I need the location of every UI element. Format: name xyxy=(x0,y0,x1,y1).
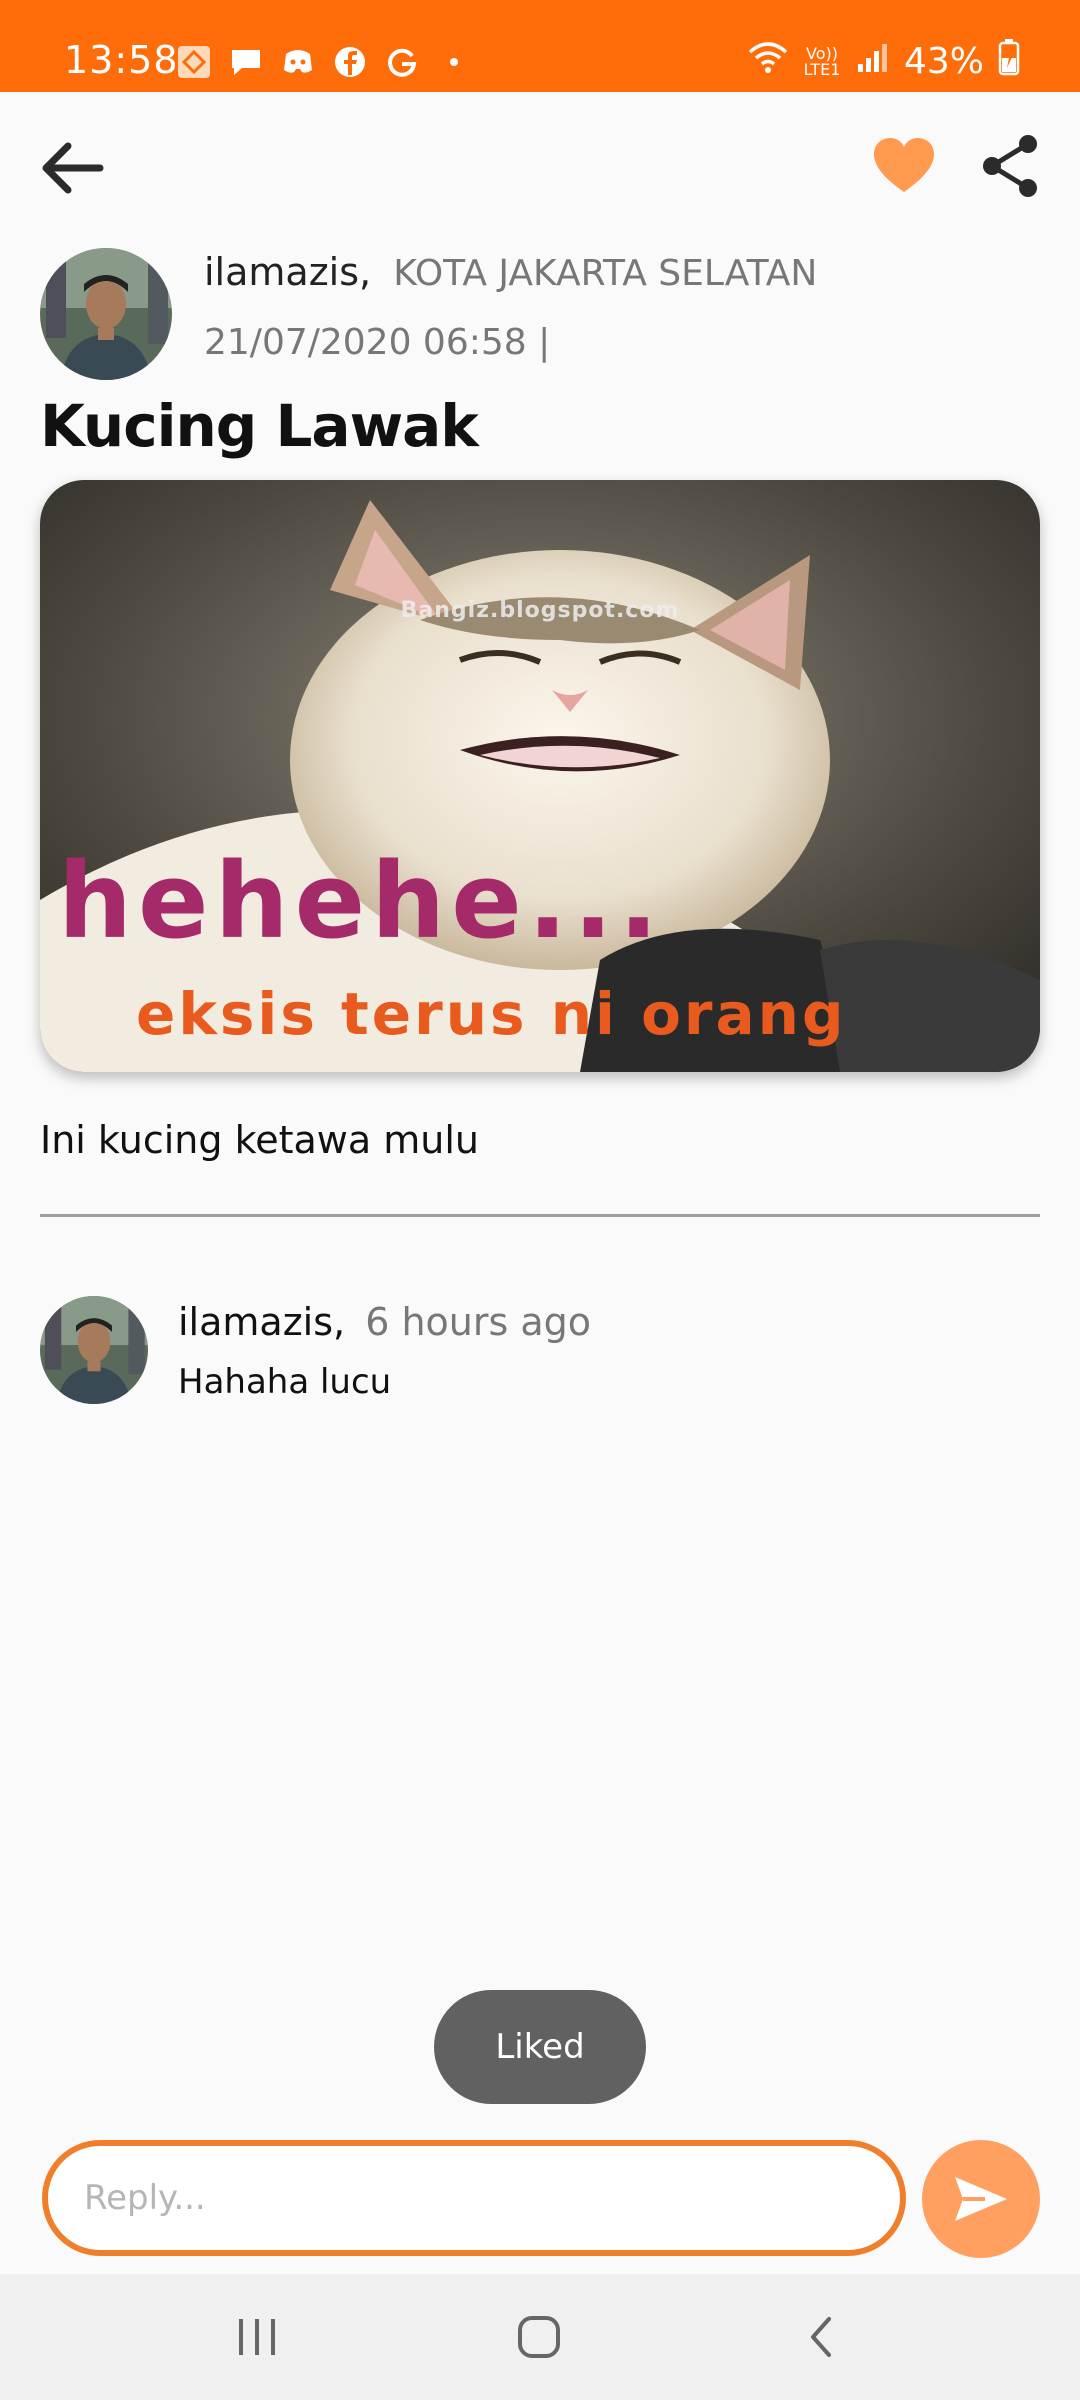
discord-icon xyxy=(280,44,316,80)
image-caption-big: hehehe... xyxy=(58,840,665,962)
recent-apps-icon xyxy=(239,2319,275,2355)
back-button[interactable] xyxy=(36,132,108,204)
facebook-icon xyxy=(332,44,368,80)
reply-bar xyxy=(0,2140,1080,2270)
status-right: Vo)) LTE1 43% xyxy=(748,38,1020,85)
image-watermark: Bangiz.blogspot.com xyxy=(400,598,680,623)
home-button[interactable] xyxy=(494,2304,584,2370)
recent-apps-button[interactable] xyxy=(212,2304,302,2370)
battery-percent: 43% xyxy=(903,41,984,82)
comment-item: ilamazis, 6 hours ago Hahaha lucu xyxy=(40,1296,1040,1406)
divider xyxy=(40,1214,1040,1217)
image-caption-small: eksis terus ni orang xyxy=(136,980,847,1048)
like-button[interactable] xyxy=(870,132,938,200)
share-button[interactable] xyxy=(976,130,1044,202)
comment-header: ilamazis, 6 hours ago xyxy=(178,1300,591,1344)
message-icon xyxy=(228,44,264,80)
author-line: ilamazis, KOTA JAKARTA SELATAN xyxy=(204,250,817,294)
heart-icon xyxy=(874,138,934,192)
comment-avatar[interactable] xyxy=(40,1296,148,1404)
system-back-button[interactable] xyxy=(776,2304,866,2370)
more-dot-icon xyxy=(436,44,472,80)
system-nav-bar xyxy=(0,2274,1080,2400)
post-image[interactable]: Bangiz.blogspot.com hehehe... eksis teru… xyxy=(40,480,1040,1072)
send-button[interactable] xyxy=(922,2140,1040,2258)
home-icon xyxy=(518,2316,560,2358)
status-bar: 13:58 Vo)) LTE1 43% xyxy=(0,0,1080,92)
comment-time: 6 hours ago xyxy=(365,1300,592,1344)
post-title: Kucing Lawak xyxy=(40,392,479,460)
arrow-left-icon xyxy=(42,142,104,194)
post-date: 21/07/2020 06:58 | xyxy=(204,322,551,363)
chevron-left-icon xyxy=(811,2317,831,2357)
google-icon xyxy=(384,44,420,80)
toast-text: Liked xyxy=(495,2027,585,2067)
notification-icons xyxy=(176,44,472,80)
maps-icon xyxy=(176,44,212,80)
wifi-icon xyxy=(748,40,788,83)
network-label: Vo)) LTE1 xyxy=(803,43,841,79)
share-icon xyxy=(983,135,1037,197)
comment-author[interactable]: ilamazis, xyxy=(178,1300,345,1344)
toast-message: Liked xyxy=(434,1990,646,2104)
top-toolbar xyxy=(0,92,1080,242)
author-avatar[interactable] xyxy=(40,248,172,380)
signal-icon xyxy=(856,40,890,83)
reply-input[interactable] xyxy=(42,2140,906,2256)
send-icon xyxy=(955,2177,1007,2221)
comment-text: Hahaha lucu xyxy=(178,1362,392,1402)
status-time: 13:58 xyxy=(64,38,179,82)
battery-charging-icon xyxy=(998,38,1020,85)
post-body: Ini kucing ketawa mulu xyxy=(40,1118,479,1162)
author-location: KOTA JAKARTA SELATAN xyxy=(393,253,818,294)
author-name[interactable]: ilamazis, xyxy=(204,250,371,294)
